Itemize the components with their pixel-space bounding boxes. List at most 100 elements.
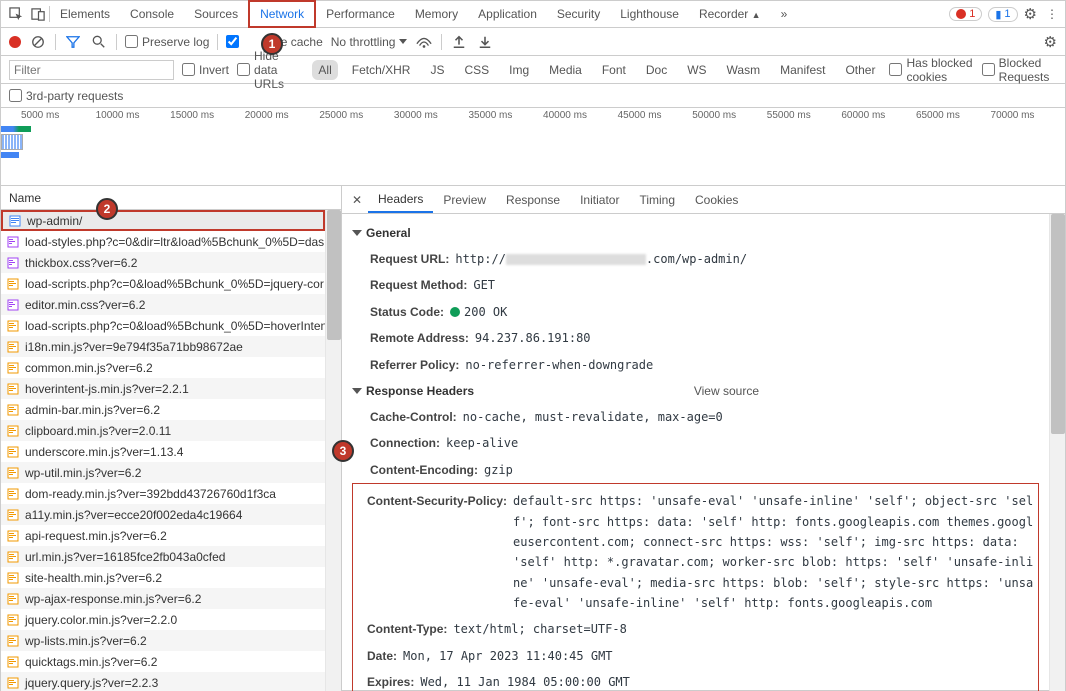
device-toggle-icon[interactable]	[27, 3, 49, 25]
tab-cookies[interactable]: Cookies	[685, 188, 748, 212]
network-toolbar: Preserve log Disable cache No throttling…	[1, 28, 1065, 56]
filter-media[interactable]: Media	[543, 60, 588, 80]
scrollbar[interactable]	[1049, 214, 1065, 691]
tab-headers[interactable]: Headers	[368, 187, 433, 213]
tab-performance[interactable]: Performance	[316, 2, 405, 26]
scrollbar-thumb[interactable]	[1051, 214, 1065, 434]
tab-initiator[interactable]: Initiator	[570, 188, 629, 212]
filter-manifest[interactable]: Manifest	[774, 60, 831, 80]
close-icon[interactable]: ✕	[346, 193, 368, 207]
tabs-overflow[interactable]: »	[771, 2, 798, 26]
request-row[interactable]: quicktags.min.js?ver=6.2	[1, 651, 325, 672]
js-file-icon	[7, 383, 19, 395]
request-row[interactable]: load-scripts.php?c=0&load%5Bchunk_0%5D=h…	[1, 315, 325, 336]
main-tabs: Elements Console Sources Network Perform…	[50, 0, 949, 28]
tab-network[interactable]: Network	[248, 0, 316, 28]
tab-memory[interactable]: Memory	[405, 2, 468, 26]
request-row[interactable]: thickbox.css?ver=6.2	[1, 252, 325, 273]
filter-css[interactable]: CSS	[458, 60, 495, 80]
request-name: common.min.js?ver=6.2	[25, 361, 153, 375]
request-row[interactable]: hoverintent-js.min.js?ver=2.2.1	[1, 378, 325, 399]
filter-input[interactable]	[9, 60, 174, 80]
tab-preview[interactable]: Preview	[433, 188, 496, 212]
request-row[interactable]: a11y.min.js?ver=ecce20f002eda4c19664	[1, 504, 325, 525]
filter-js[interactable]: JS	[424, 60, 450, 80]
preserve-log-checkbox[interactable]: Preserve log	[125, 35, 209, 49]
request-name: thickbox.css?ver=6.2	[25, 256, 137, 270]
js-file-icon	[7, 467, 19, 479]
request-row[interactable]: load-styles.php?c=0&dir=ltr&load%5Bchunk…	[1, 231, 325, 252]
blocked-cookies-checkbox[interactable]: Has blocked cookies	[889, 56, 973, 84]
inspect-icon[interactable]	[5, 3, 27, 25]
request-name: wp-ajax-response.min.js?ver=6.2	[25, 592, 201, 606]
request-detail-panel: ✕ Headers Preview Response Initiator Tim…	[342, 186, 1065, 691]
request-row[interactable]: wp-ajax-response.min.js?ver=6.2	[1, 588, 325, 609]
response-headers-section[interactable]: Response Headers View source	[352, 378, 1039, 404]
request-row[interactable]: jquery.color.min.js?ver=2.2.0	[1, 609, 325, 630]
request-row[interactable]: load-scripts.php?c=0&load%5Bchunk_0%5D=j…	[1, 273, 325, 294]
divider	[441, 34, 442, 50]
more-icon[interactable]: ⋮	[1043, 5, 1061, 23]
filter-other[interactable]: Other	[839, 60, 881, 80]
request-row[interactable]: editor.min.css?ver=6.2	[1, 294, 325, 315]
filter-ws[interactable]: WS	[681, 60, 712, 80]
throttling-select[interactable]: No throttling	[331, 35, 408, 49]
tab-console[interactable]: Console	[120, 2, 184, 26]
headers-content: General Request URL:http://.com/wp-admin…	[342, 214, 1049, 691]
tab-sources[interactable]: Sources	[184, 2, 248, 26]
request-name: wp-util.min.js?ver=6.2	[25, 466, 141, 480]
request-row[interactable]: url.min.js?ver=16185fce2fb043a0cfed	[1, 546, 325, 567]
request-row[interactable]: admin-bar.min.js?ver=6.2	[1, 399, 325, 420]
request-row[interactable]: i18n.min.js?ver=9e794f35a71bb98672ae	[1, 336, 325, 357]
third-party-checkbox[interactable]: 3rd-party requests	[9, 89, 123, 103]
filter-img[interactable]: Img	[503, 60, 535, 80]
invert-checkbox[interactable]: Invert	[182, 63, 229, 77]
settings-icon[interactable]: ⚙	[1024, 5, 1037, 23]
tab-security[interactable]: Security	[547, 2, 610, 26]
request-row[interactable]: wp-lists.min.js?ver=6.2	[1, 630, 325, 651]
detail-tabs: ✕ Headers Preview Response Initiator Tim…	[342, 186, 1065, 214]
request-row[interactable]: underscore.min.js?ver=1.13.4	[1, 441, 325, 462]
devtools-main-toolbar: Elements Console Sources Network Perform…	[1, 1, 1065, 28]
request-name: load-scripts.php?c=0&load%5Bchunk_0%5D=h…	[25, 319, 325, 333]
request-row[interactable]: dom-ready.min.js?ver=392bdd43726760d1f3c…	[1, 483, 325, 504]
filter-wasm[interactable]: Wasm	[721, 60, 767, 80]
js-file-icon	[7, 551, 19, 563]
tab-elements[interactable]: Elements	[50, 2, 120, 26]
tab-application[interactable]: Application	[468, 2, 547, 26]
error-badge[interactable]: 1	[949, 7, 982, 21]
tab-recorder[interactable]: Recorder ▲	[689, 2, 771, 26]
message-badge[interactable]: ▮1	[988, 7, 1017, 22]
request-row[interactable]: clipboard.min.js?ver=2.0.11	[1, 420, 325, 441]
upload-icon[interactable]	[450, 33, 468, 51]
request-row[interactable]: wp-util.min.js?ver=6.2	[1, 462, 325, 483]
request-row[interactable]: site-health.min.js?ver=6.2	[1, 567, 325, 588]
filter-doc[interactable]: Doc	[640, 60, 673, 80]
general-section[interactable]: General	[352, 220, 1039, 246]
request-row[interactable]: api-request.min.js?ver=6.2	[1, 525, 325, 546]
timeline-overview[interactable]: 5000 ms10000 ms15000 ms20000 ms25000 ms3…	[1, 108, 1065, 186]
tab-response[interactable]: Response	[496, 188, 570, 212]
filter-fetch[interactable]: Fetch/XHR	[346, 60, 417, 80]
scrollbar-thumb[interactable]	[327, 210, 341, 340]
request-row[interactable]: wp-admin/	[1, 210, 325, 231]
view-source-link[interactable]: View source	[694, 384, 759, 398]
record-button[interactable]	[9, 36, 21, 48]
request-row[interactable]: common.min.js?ver=6.2	[1, 357, 325, 378]
request-name: wp-admin/	[27, 214, 82, 228]
name-column-header[interactable]: Name	[1, 186, 341, 210]
request-row[interactable]: jquery.query.js?ver=2.2.3	[1, 672, 325, 691]
filter-font[interactable]: Font	[596, 60, 632, 80]
tab-lighthouse[interactable]: Lighthouse	[610, 2, 689, 26]
css-file-icon	[7, 299, 19, 311]
tab-timing[interactable]: Timing	[629, 188, 685, 212]
filter-icon[interactable]	[64, 33, 82, 51]
download-icon[interactable]	[476, 33, 494, 51]
blocked-requests-checkbox[interactable]: Blocked Requests	[982, 56, 1057, 84]
status-dot-icon	[450, 307, 460, 317]
network-conditions-icon[interactable]	[415, 33, 433, 51]
filter-all[interactable]: All	[312, 60, 337, 80]
search-icon[interactable]	[90, 33, 108, 51]
clear-icon[interactable]	[29, 33, 47, 51]
network-settings-icon[interactable]: ⚙	[1044, 33, 1057, 51]
